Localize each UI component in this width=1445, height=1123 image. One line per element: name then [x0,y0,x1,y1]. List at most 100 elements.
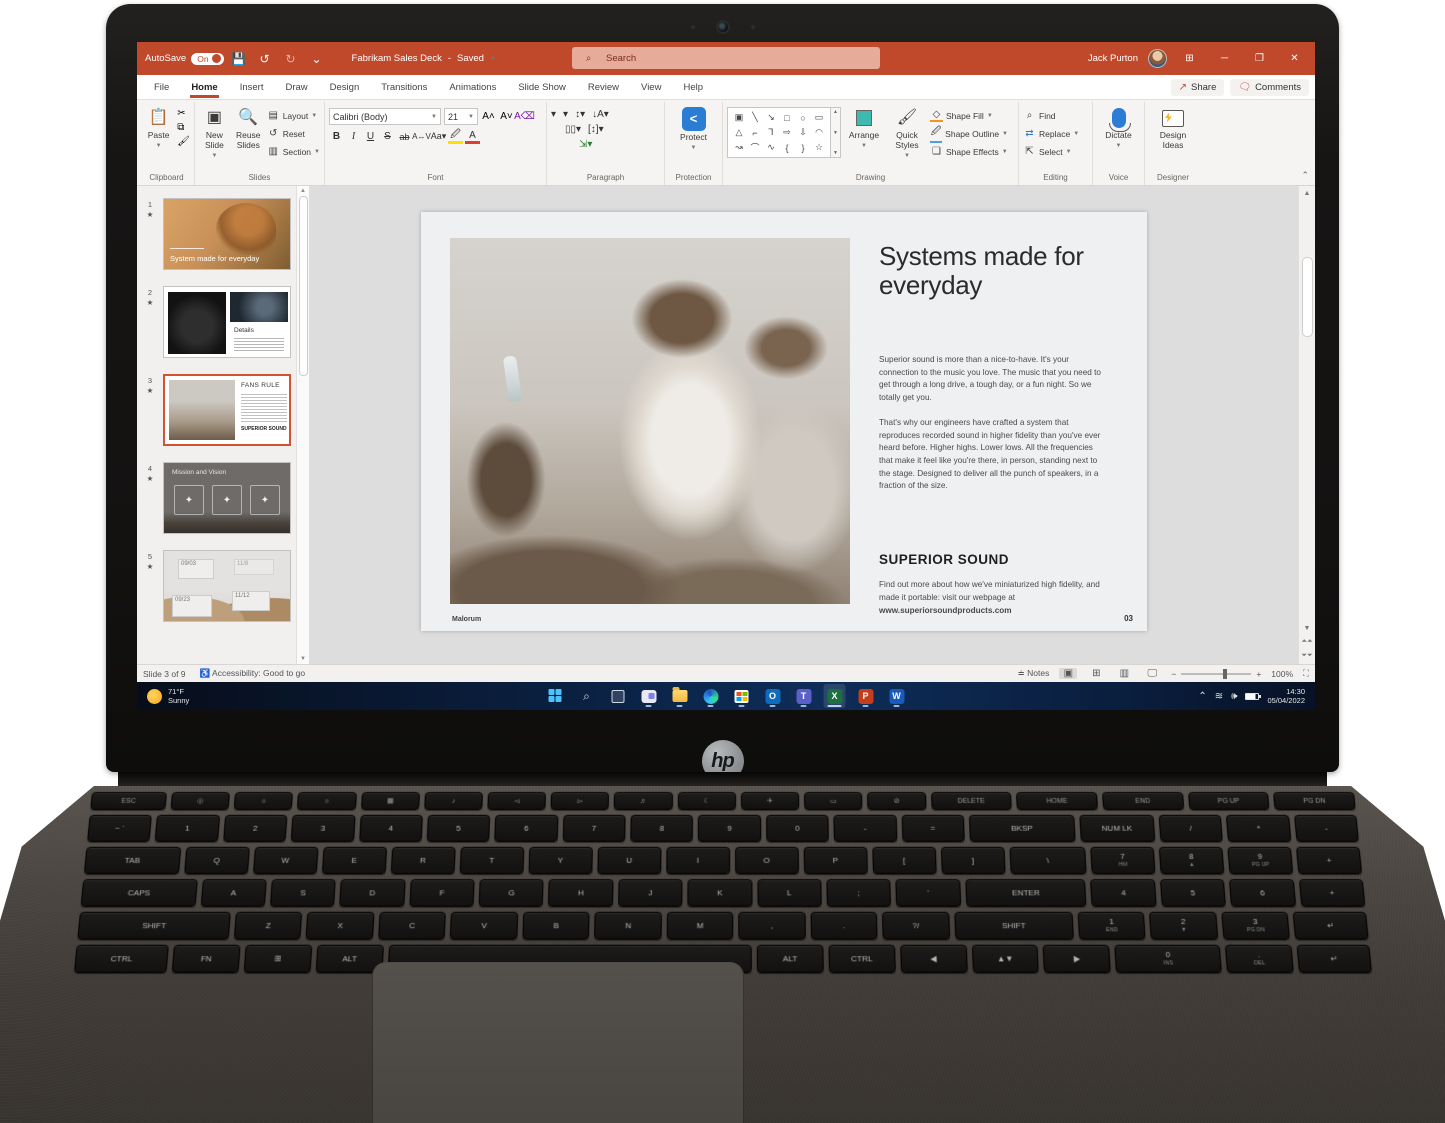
grow-font-icon[interactable]: A˄ [481,109,496,124]
shape-icon[interactable]: ▣ [731,110,747,125]
slide-thumbnail-3[interactable]: FANS RULE SUPERIOR SOUND [163,374,291,446]
text-direction-icon[interactable]: ↓A▾ [592,109,609,120]
scroll-up-icon[interactable]: ▲ [1304,190,1311,197]
scroll-down-icon[interactable]: ▼ [300,656,306,662]
shape-fill-button[interactable]: ◇ Shape Fill ▼ [930,108,1008,123]
taskbar-outlook-icon[interactable]: O [762,684,784,708]
clock[interactable]: 14:30 05/04/2022 [1267,687,1305,706]
align-text-icon[interactable]: [↕]▾ [588,124,604,135]
next-slide-icon[interactable]: ⏷⏷ [1301,652,1312,660]
shape-icon[interactable]: ▭ [811,110,827,125]
cut-icon[interactable]: ✂ [177,108,190,119]
comments-button[interactable]: 🗨 Comments [1230,78,1309,96]
search-input[interactable]: ⌕ Search [572,47,880,69]
taskbar-chat-icon[interactable] [638,684,660,708]
slide-counter[interactable]: Slide 3 of 9 [143,669,186,679]
slideshow-view-icon[interactable]: 🖵 [1143,668,1161,679]
underline-button[interactable]: U [363,129,378,144]
autosave-toggle[interactable]: AutoSave On [145,52,224,65]
slide-title[interactable]: Systems made for everyday [879,241,1129,300]
collapse-ribbon-icon[interactable]: ⌃ [1301,170,1309,181]
reading-view-icon[interactable]: ▥ [1115,668,1133,679]
slide-thumbnail-1[interactable]: System made for everyday [163,198,291,270]
avatar[interactable] [1148,49,1167,68]
slide-subheading[interactable]: SUPERIOR SOUND [879,552,1009,567]
minimize-icon[interactable]: ─ [1212,48,1237,70]
scroll-down-icon[interactable]: ▼ [1304,625,1311,632]
zoom-handle[interactable] [1223,668,1228,679]
taskbar-excel-icon[interactable]: X [823,684,846,708]
accessibility-status[interactable]: ♿ Accessibility: Good to go [200,668,306,679]
shape-outline-button[interactable]: 🖉 Shape Outline ▼ [930,126,1008,143]
shape-icon[interactable]: ○ [795,110,811,125]
select-button[interactable]: ⇱ Select ▼ [1023,144,1088,159]
columns-icon[interactable]: ▯▯▾ [565,124,581,135]
tab-help[interactable]: Help [672,78,714,97]
shape-icon[interactable]: ⇨ [779,125,795,140]
quick-styles-button[interactable]: 🖌 Quick Styles ▼ [887,104,927,159]
zoom-in-icon[interactable]: + [1256,669,1261,679]
tab-slide-show[interactable]: Slide Show [507,78,577,97]
taskbar-word-icon[interactable]: W [886,684,908,708]
reuse-slides-button[interactable]: 🔍 Reuse Slides [233,104,264,151]
scrollbar-thumb[interactable] [1301,257,1313,337]
shape-icon[interactable]: ⌐ [747,125,763,140]
taskbar-edge-icon[interactable] [700,684,722,708]
notes-button[interactable]: ≐ Notes [1018,668,1050,679]
taskbar-weather-widget[interactable]: 71°F Sunny [137,687,189,705]
format-painter-icon[interactable]: 🖌 [177,136,190,147]
font-color-icon[interactable]: A [465,129,480,144]
shape-icon[interactable]: ╲ [747,110,763,125]
shape-icon[interactable]: } [795,140,811,155]
shape-icon[interactable]: ◠ [811,125,827,140]
tray-chevron-icon[interactable]: ⌃ [1198,691,1206,702]
shape-icon[interactable]: △ [731,125,747,140]
user-name[interactable]: Jack Purton [1088,53,1138,64]
taskbar-powerpoint-icon[interactable]: P [855,684,877,708]
tab-view[interactable]: View [630,78,672,97]
undo-icon[interactable]: ↺ [254,49,276,69]
document-title[interactable]: Fabrikam Sales Deck - Saved ▼ [352,53,496,64]
slide-thumbnail-4[interactable]: Mission and Vision ✦ ✦ ✦ [163,462,291,534]
taskbar-store-icon[interactable] [731,684,753,708]
font-size-select[interactable]: 21 ▼ [444,108,478,125]
canvas-scrollbar[interactable]: ▲ ▼ ⏶⏶ ⏷⏷ [1298,186,1315,664]
text-highlight-icon[interactable]: 🖉 [448,129,463,144]
section-button[interactable]: ▥ Section ▼ [267,144,320,159]
character-spacing-icon[interactable]: A↔V [412,129,431,144]
scroll-up-icon[interactable]: ▲ [300,188,306,194]
redo-icon[interactable]: ↻ [280,49,302,69]
taskbar-task-view-icon[interactable] [607,684,629,708]
taskbar-file-explorer-icon[interactable] [669,684,691,708]
zoom-slider[interactable]: − + [1171,668,1261,679]
design-ideas-button[interactable]: Design Ideas [1153,104,1193,151]
shrink-font-icon[interactable]: A˅ [499,109,514,124]
tab-animations[interactable]: Animations [438,78,507,97]
share-button[interactable]: ↗ Share [1170,78,1225,96]
change-case-button[interactable]: Aa▾ [431,129,447,144]
shape-effects-button[interactable]: ❏ Shape Effects ▼ [930,144,1008,159]
tab-draw[interactable]: Draw [274,78,318,97]
previous-slide-icon[interactable]: ⏶⏶ [1301,638,1312,646]
slide-thumbnail-5[interactable]: 09/03 11/8 09/23 11/12 [163,550,291,622]
reset-button[interactable]: ↺ Reset [267,126,320,141]
taskbar-search-icon[interactable]: ⌕ [576,684,598,708]
tab-design[interactable]: Design [319,78,371,97]
font-family-select[interactable]: Calibri (Body) ▼ [329,108,441,125]
bold-button[interactable]: B [329,129,344,144]
paste-button[interactable]: 📋 Paste ▼ [143,104,174,150]
shape-icon[interactable]: ∿ [763,140,779,155]
tab-insert[interactable]: Insert [229,78,275,97]
strikethrough-button[interactable]: S [380,129,395,144]
ribbon-display-options-icon[interactable]: ⊞ [1177,48,1202,70]
save-icon[interactable]: 💾 [228,49,250,69]
quick-access-more-icon[interactable]: ⌄ [306,49,328,69]
shape-icon[interactable]: { [779,140,795,155]
volume-icon[interactable]: 🕪 [1231,691,1237,702]
tab-home[interactable]: Home [180,78,228,98]
arrange-button[interactable]: Arrange ▼ [844,104,884,150]
zoom-level[interactable]: 100% [1271,669,1293,679]
slide-cta-text[interactable]: Find out more about how we've miniaturiz… [879,578,1119,617]
shape-icon[interactable]: □ [779,110,795,125]
tab-transitions[interactable]: Transitions [370,78,438,97]
